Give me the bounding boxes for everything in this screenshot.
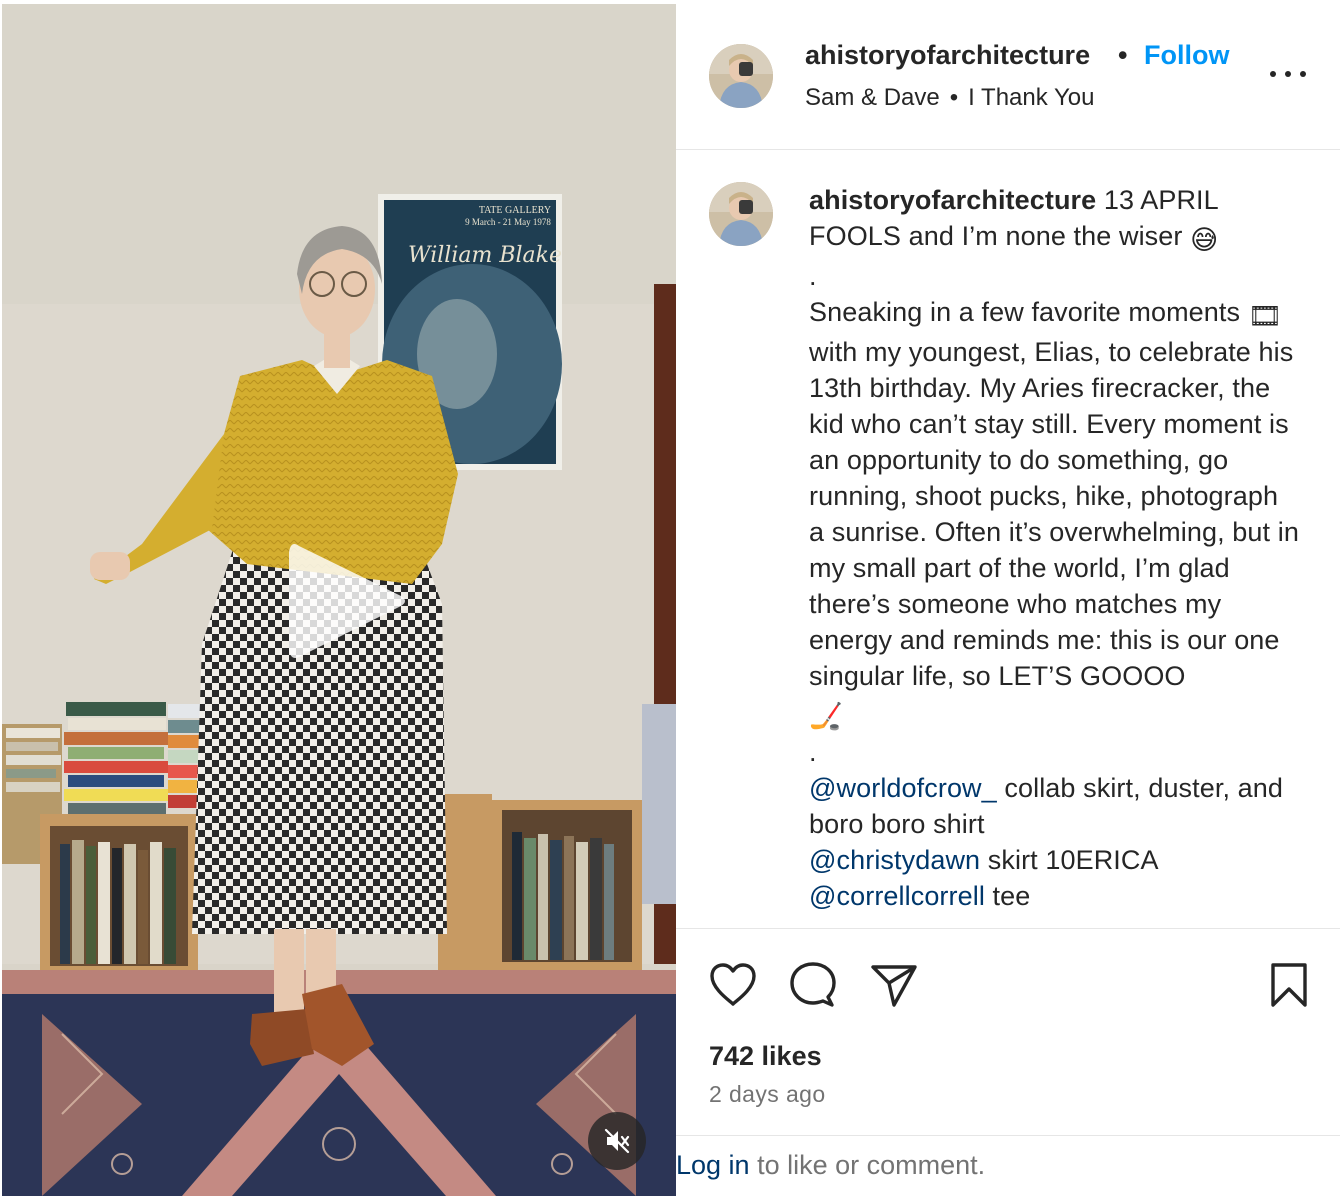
caption-body: with my youngest, Elias, to celebrate hi… <box>809 337 1299 691</box>
ellipsis-icon <box>1285 71 1291 77</box>
mute-button[interactable] <box>588 1112 646 1170</box>
audio-artist: Sam & Dave <box>805 84 940 111</box>
actions-bar: 742 likes 2 days ago <box>676 928 1340 1136</box>
poster-dates-text: 9 March - 21 May 1978 <box>465 217 551 227</box>
likes-count[interactable]: 742 likes <box>709 1041 822 1072</box>
post-sidebar: ahistoryofarchitecture • Follow Sam & Da… <box>676 0 1340 1196</box>
avatar-image <box>709 182 773 246</box>
film-emoji: 🎞 <box>1247 301 1283 331</box>
ellipsis-icon <box>1270 71 1276 77</box>
login-prompt: Log in to like or comment. <box>676 1150 1340 1190</box>
audio-track: I Thank You <box>968 84 1095 111</box>
heart-outline-icon <box>710 963 756 1006</box>
sweat-smile-emoji: 😅 <box>1190 225 1219 255</box>
caption-dot: . <box>809 261 817 291</box>
speech-bubble-icon <box>790 962 836 1007</box>
save-button[interactable] <box>1269 961 1309 1009</box>
play-button[interactable] <box>285 534 411 668</box>
caption-dot: . <box>809 737 817 767</box>
poster-title-text: William Blake <box>408 243 562 268</box>
post-timestamp[interactable]: 2 days ago <box>709 1081 826 1108</box>
bookmark-outline-icon <box>1271 963 1307 1007</box>
caption-area[interactable]: ahistoryofarchitecture 13 APRIL FOOLS an… <box>676 150 1340 928</box>
caption-username[interactable]: ahistoryofarchitecture <box>809 185 1096 215</box>
audio-attribution[interactable]: Sam & Dave • I Thank You <box>805 84 1094 112</box>
post-media[interactable]: TATE GALLERY 9 March - 21 May 1978 Willi… <box>2 4 676 1196</box>
caption-text: ahistoryofarchitecture 13 APRIL FOOLS an… <box>809 182 1299 914</box>
avatar[interactable] <box>709 182 773 246</box>
login-link[interactable]: Log in <box>676 1150 750 1180</box>
header-username[interactable]: ahistoryofarchitecture <box>805 40 1090 71</box>
more-options-button[interactable] <box>1270 62 1306 86</box>
mention-link[interactable]: @christydawn <box>809 845 980 875</box>
follow-button[interactable]: Follow <box>1144 40 1229 71</box>
avatar[interactable] <box>709 44 773 108</box>
comment-button[interactable] <box>788 961 838 1009</box>
hockey-emoji: 🏒 <box>809 701 843 731</box>
play-icon <box>289 544 405 658</box>
speaker-muted-icon <box>604 1128 630 1154</box>
share-button[interactable] <box>869 961 919 1009</box>
mention-link[interactable]: @worldofcrow_ <box>809 773 997 803</box>
poster-gallery-text: TATE GALLERY <box>479 205 551 216</box>
login-prompt-text: to like or comment. <box>749 1150 986 1180</box>
avatar-image <box>709 44 773 108</box>
credit-text: tee <box>984 881 1031 911</box>
ellipsis-icon <box>1300 71 1306 77</box>
post-header: ahistoryofarchitecture • Follow Sam & Da… <box>676 0 1340 150</box>
paper-plane-icon <box>871 965 917 1007</box>
audio-separator: • <box>949 84 959 111</box>
caption-body: Sneaking in a few favorite moments <box>809 297 1248 327</box>
header-separator: • <box>1118 40 1128 70</box>
like-button[interactable] <box>708 961 758 1009</box>
mention-link[interactable]: @correllcorrell <box>809 881 985 911</box>
credit-text: skirt 10ERICA <box>980 845 1159 875</box>
